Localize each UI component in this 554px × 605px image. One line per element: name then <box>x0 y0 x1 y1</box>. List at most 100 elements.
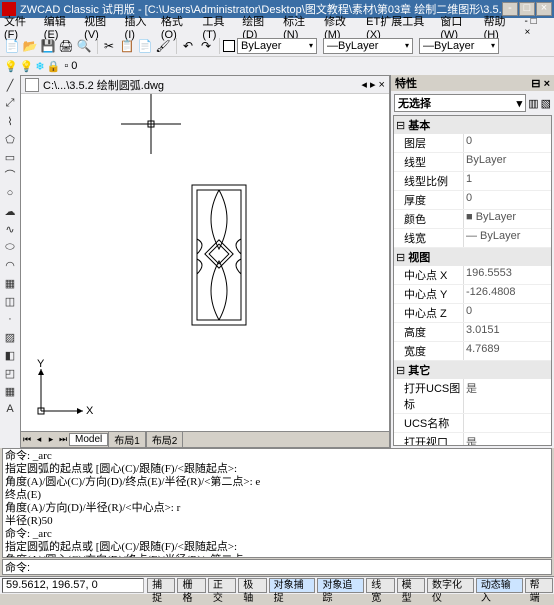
paste-icon[interactable]: 📄 <box>137 38 153 54</box>
svg-text:Y: Y <box>37 359 45 370</box>
status-帮端[interactable]: 帮端 <box>525 578 553 593</box>
menu-file[interactable]: 文件(F) <box>4 13 38 41</box>
properties-pin-icon[interactable]: ⊟ × <box>531 77 550 90</box>
ellipsearc-icon[interactable]: ◠ <box>2 257 18 273</box>
preview-icon[interactable]: 🔍 <box>76 38 92 54</box>
prop-row[interactable]: 打开视口是 <box>394 433 551 446</box>
tab-nav-prev[interactable]: ◂ <box>33 434 45 445</box>
doc-tab-label[interactable]: C:\...\3.5.2 绘制圆弧.dwg <box>43 77 164 93</box>
maximize-button[interactable]: □ <box>519 2 535 16</box>
command-history[interactable]: 命令: _arc 指定圆弧的起点或 [圆心(C)/跟随(F)/<跟随起点>: 角… <box>2 448 552 558</box>
open-icon[interactable]: 📂 <box>22 38 38 54</box>
menu-help[interactable]: 帮助(H) <box>484 13 519 41</box>
line-icon[interactable]: ╱ <box>2 77 18 93</box>
ellipse-icon[interactable]: ⬭ <box>2 239 18 255</box>
select-icon[interactable]: ▧ <box>541 97 551 110</box>
prop-row[interactable]: 厚度0 <box>394 191 551 210</box>
menu-tools[interactable]: 工具(T) <box>202 13 236 41</box>
tab-nav-last[interactable]: ⏭ <box>57 434 69 445</box>
hatch-icon[interactable]: ▨ <box>2 329 18 345</box>
prop-row[interactable]: 中心点 X196.5553 <box>394 266 551 285</box>
prop-row[interactable]: UCS名称 <box>394 414 551 433</box>
polygon-icon[interactable]: ⬠ <box>2 131 18 147</box>
tab-nav-next[interactable]: ▸ <box>45 434 57 445</box>
bulb-icon[interactable]: 💡 <box>20 60 34 73</box>
layer-icon[interactable]: 💡 <box>4 60 18 73</box>
prop-row[interactable]: 线型ByLayer <box>394 153 551 172</box>
tab-layout2[interactable]: 布局2 <box>146 431 184 448</box>
linetype-combo[interactable]: — ByLayer <box>323 38 413 54</box>
table-icon[interactable]: ▦ <box>2 383 18 399</box>
prop-row[interactable]: 图层0 <box>394 134 551 153</box>
menu-format[interactable]: 格式(O) <box>161 13 197 41</box>
menu-et[interactable]: ET扩展工具(X) <box>366 13 434 41</box>
cut-icon[interactable]: ✂ <box>101 38 117 54</box>
freeze-icon[interactable]: ❄ <box>35 60 44 73</box>
block-icon[interactable]: ◫ <box>2 293 18 309</box>
prop-row[interactable]: 颜色■ ByLayer <box>394 210 551 229</box>
redo-icon[interactable]: ↷ <box>198 38 214 54</box>
drawing-canvas[interactable]: X Y <box>21 94 389 431</box>
menu-insert[interactable]: 插入(I) <box>125 13 155 41</box>
tab-layout1[interactable]: 布局1 <box>108 431 146 448</box>
doc-min-icon[interactable]: - □ × <box>525 16 544 38</box>
save-icon[interactable]: 💾 <box>40 38 56 54</box>
pline-icon[interactable]: ⌇ <box>2 113 18 129</box>
lineweight-combo[interactable]: — ByLayer <box>419 38 499 54</box>
close-button[interactable]: × <box>536 2 552 16</box>
prop-row[interactable]: 中心点 Z0 <box>394 304 551 323</box>
tab-nav-first[interactable]: ⏮ <box>21 434 33 445</box>
prop-row[interactable]: 线宽— ByLayer <box>394 229 551 248</box>
doc-tab-nav[interactable]: ◂ ▸ × <box>361 78 385 91</box>
region-icon[interactable]: ◰ <box>2 365 18 381</box>
prop-row[interactable]: 高度3.0151 <box>394 323 551 342</box>
prop-row[interactable]: 打开UCS图标是 <box>394 379 551 414</box>
prop-category[interactable]: 其它 <box>394 361 551 379</box>
menu-window[interactable]: 窗口(W) <box>440 13 477 41</box>
status-动态输入[interactable]: 动态输入 <box>476 578 523 593</box>
copy-icon[interactable]: 📋 <box>119 38 135 54</box>
status-极轴[interactable]: 极轴 <box>238 578 266 593</box>
arc-icon[interactable]: ⌒ <box>2 167 18 183</box>
rect-icon[interactable]: ▭ <box>2 149 18 165</box>
tab-model[interactable]: Model <box>69 433 108 446</box>
gradient-icon[interactable]: ◧ <box>2 347 18 363</box>
insert-icon[interactable]: ▦ <box>2 275 18 291</box>
new-icon[interactable]: 📄 <box>4 38 20 54</box>
menu-dimension[interactable]: 标注(N) <box>283 13 318 41</box>
xline-icon[interactable]: ⤢ <box>2 95 18 111</box>
point-icon[interactable]: · <box>2 311 18 327</box>
print-icon[interactable]: 🖨 <box>58 38 74 54</box>
prop-row[interactable]: 中心点 Y-126.4808 <box>394 285 551 304</box>
command-input[interactable] <box>34 561 549 573</box>
prop-category[interactable]: 视图 <box>394 248 551 266</box>
layer-0[interactable]: ▫ 0 <box>64 60 77 72</box>
lock-icon[interactable]: 🔒 <box>47 60 61 73</box>
status-模型[interactable]: 模型 <box>397 578 425 593</box>
status-对象捕捉[interactable]: 对象捕捉 <box>269 578 316 593</box>
color-combo[interactable]: ByLayer <box>237 38 317 54</box>
menu-draw[interactable]: 绘图(D) <box>242 13 277 41</box>
pickadd-icon[interactable]: ▥ <box>528 97 538 110</box>
menu-view[interactable]: 视图(V) <box>84 13 118 41</box>
status-线宽[interactable]: 线宽 <box>366 578 394 593</box>
circle-icon[interactable]: ○ <box>2 185 18 201</box>
revcloud-icon[interactable]: ☁ <box>2 203 18 219</box>
status-捕捉[interactable]: 捕捉 <box>147 578 175 593</box>
prop-row[interactable]: 宽度4.7689 <box>394 342 551 361</box>
status-栅格[interactable]: 栅格 <box>177 578 205 593</box>
spline-icon[interactable]: ∿ <box>2 221 18 237</box>
text-icon[interactable]: A <box>2 401 18 417</box>
selection-combo[interactable]: 无选择 <box>394 94 526 112</box>
menu-modify[interactable]: 修改(M) <box>324 13 360 41</box>
status-正交[interactable]: 正交 <box>208 578 236 593</box>
menu-edit[interactable]: 编辑(E) <box>44 13 78 41</box>
color-swatch[interactable] <box>223 40 235 52</box>
status-对象追踪[interactable]: 对象追踪 <box>317 578 364 593</box>
properties-grid[interactable]: 基本图层0线型ByLayer线型比例1厚度0颜色■ ByLayer线宽— ByL… <box>393 115 552 446</box>
prop-category[interactable]: 基本 <box>394 116 551 134</box>
prop-row[interactable]: 线型比例1 <box>394 172 551 191</box>
matchprop-icon[interactable]: 🖌 <box>155 38 171 54</box>
status-数字化仪[interactable]: 数字化仪 <box>427 578 474 593</box>
undo-icon[interactable]: ↶ <box>180 38 196 54</box>
